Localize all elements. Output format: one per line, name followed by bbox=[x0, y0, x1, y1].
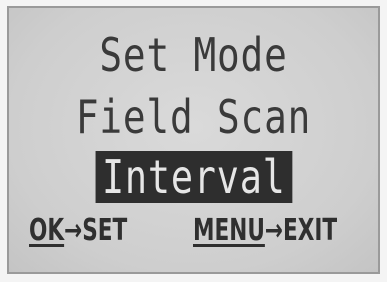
menu-item-interval-selected[interactable]: Interval bbox=[95, 151, 292, 203]
menu-item-field-scan[interactable]: Field Scan bbox=[42, 92, 345, 142]
menu-key-label: MENU bbox=[193, 213, 265, 248]
ok-set-hint: OK→SET bbox=[29, 214, 127, 248]
screen-title: Set Mode bbox=[99, 28, 288, 82]
ok-key-label: OK bbox=[29, 213, 65, 248]
selected-item-row: Interval bbox=[9, 151, 378, 203]
menu-action-label: EXIT bbox=[282, 213, 338, 248]
ok-arrow-icon: → bbox=[64, 213, 83, 248]
menu-arrow-icon: → bbox=[264, 213, 283, 248]
ok-action-label: SET bbox=[82, 213, 128, 248]
menu-exit-hint: MENU→EXIT bbox=[193, 214, 337, 248]
lcd-screen: Set Mode Field Scan Interval OK→SET MENU… bbox=[7, 6, 380, 274]
device-bezel: Set Mode Field Scan Interval OK→SET MENU… bbox=[0, 0, 387, 282]
